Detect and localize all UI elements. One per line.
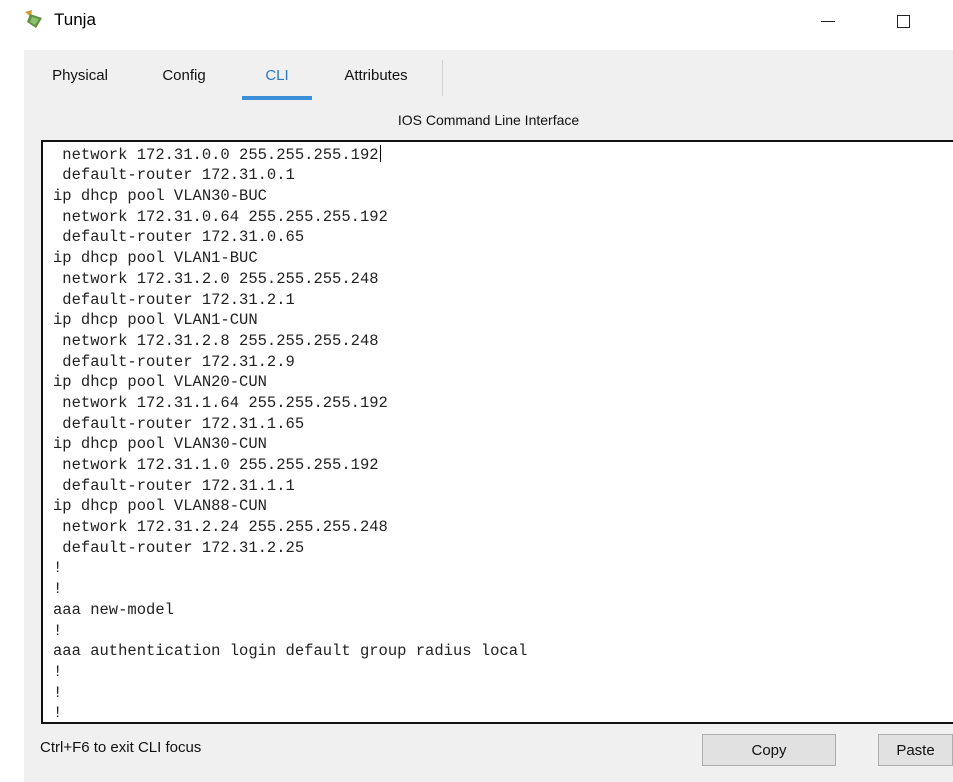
minimize-icon — [821, 20, 835, 22]
terminal-line: ! — [53, 704, 63, 723]
tab-bar: Physical Config CLI Attributes — [24, 58, 953, 100]
minimize-button[interactable] — [805, 4, 851, 38]
paste-button[interactable]: Paste — [878, 734, 953, 766]
terminal-line: ! — [53, 683, 63, 702]
terminal-line: aaa authentication login default group r… — [53, 642, 528, 661]
terminal-line: default-router 172.31.2.25 — [53, 538, 305, 557]
terminal-line: network 172.31.2.8 255.255.255.248 — [53, 331, 379, 350]
terminal-line: network 172.31.2.0 255.255.255.248 — [53, 269, 379, 288]
terminal-line: default-router 172.31.2.9 — [53, 352, 295, 371]
router-device-icon — [25, 10, 42, 28]
terminal-line: ! — [53, 662, 63, 681]
terminal-line: network 172.31.1.64 255.255.255.192 — [53, 393, 388, 412]
tab-divider — [442, 60, 443, 96]
text-cursor — [379, 144, 381, 162]
maximize-button[interactable] — [880, 4, 926, 38]
terminal-line: default-router 172.31.2.1 — [53, 290, 295, 309]
title-bar: Tunja — [0, 0, 953, 44]
tab-cli[interactable]: CLI — [242, 58, 312, 94]
window-title: Tunja — [54, 10, 96, 29]
terminal-line: ! — [53, 559, 63, 578]
terminal-line: ip dhcp pool VLAN30-BUC — [53, 187, 267, 206]
active-tab-indicator — [242, 96, 312, 100]
cli-terminal[interactable]: ip dhcp pool VLAN10-BUC network 172.31.0… — [41, 140, 953, 724]
cli-header: IOS Command Line Interface — [397, 112, 580, 128]
tab-attributes[interactable]: Attributes — [326, 58, 426, 94]
copy-button[interactable]: Copy — [702, 734, 836, 766]
terminal-line: network 172.31.0.64 255.255.255.192 — [53, 207, 388, 226]
terminal-line: default-router 172.31.0.65 — [53, 228, 305, 247]
terminal-line: network 172.31.0.0 255.255.255.192 — [53, 144, 381, 164]
terminal-line: default-router 172.31.0.1 — [53, 166, 295, 185]
maximize-icon — [896, 14, 910, 28]
terminal-line: ip dhcp pool VLAN30-CUN — [53, 435, 267, 454]
terminal-line: ip dhcp pool VLAN88-CUN — [53, 497, 267, 516]
terminal-line: network 172.31.2.24 255.255.255.248 — [53, 518, 388, 537]
terminal-line: ip dhcp pool VLAN20-CUN — [53, 373, 267, 392]
terminal-line: aaa new-model — [53, 600, 174, 619]
terminal-line: default-router 172.31.1.65 — [53, 414, 305, 433]
terminal-line: ! — [53, 621, 63, 640]
cli-focus-hint: Ctrl+F6 to exit CLI focus — [40, 739, 202, 756]
tab-physical[interactable]: Physical — [42, 58, 118, 94]
terminal-line: network 172.31.1.0 255.255.255.192 — [53, 456, 379, 474]
terminal-line: default-router 172.31.1.1 — [53, 476, 295, 495]
device-panel: Physical Config CLI Attributes IOS Comma… — [24, 50, 953, 782]
tab-config[interactable]: Config — [154, 58, 214, 94]
terminal-line: ! — [53, 580, 63, 599]
terminal-output: ip dhcp pool VLAN10-BUC network 172.31.0… — [53, 142, 528, 723]
terminal-line: ip dhcp pool VLAN1-BUC — [53, 249, 258, 268]
terminal-line: ip dhcp pool VLAN1-CUN — [53, 311, 258, 330]
